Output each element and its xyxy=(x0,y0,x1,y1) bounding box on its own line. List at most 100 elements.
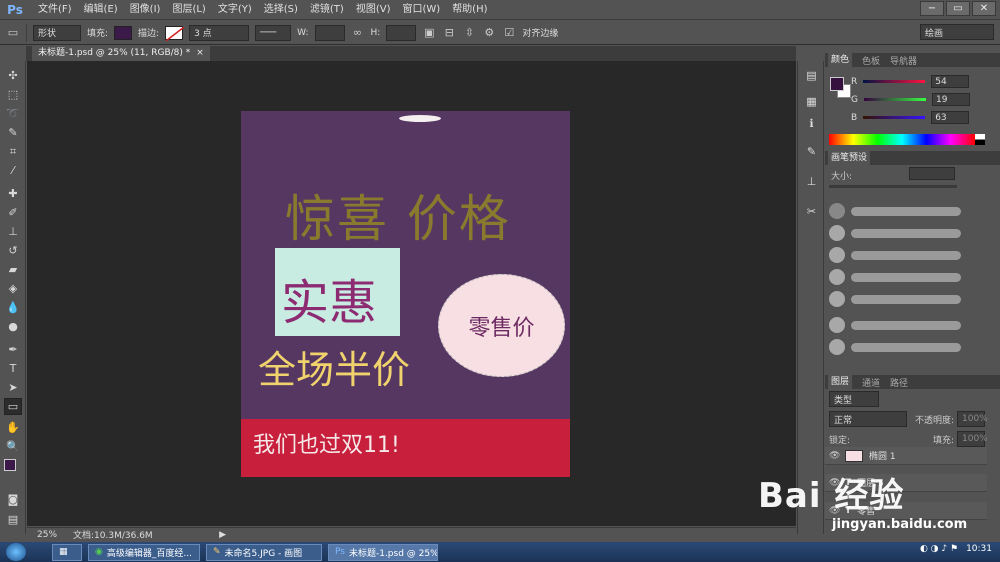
taskbar-item-paint[interactable]: ✎ 未命名5.JPG - 画图 xyxy=(206,543,322,561)
path-alignment-icon[interactable]: ⊟ xyxy=(442,26,456,40)
taskbar-item-photoshop[interactable]: Ps 未标题-1.psd @ 25%... xyxy=(328,543,438,561)
red-track[interactable] xyxy=(863,80,926,83)
brush-preset-row[interactable] xyxy=(829,269,961,285)
green-value[interactable]: 19 xyxy=(931,93,970,106)
history-panel-icon[interactable]: ▤ xyxy=(803,67,820,83)
paint-bucket-icon[interactable]: ◈ xyxy=(4,280,22,297)
layer-kind-filter[interactable]: 类型 xyxy=(829,391,879,407)
healing-brush-icon[interactable]: ✚ xyxy=(4,185,22,202)
info-panel-icon[interactable]: ℹ xyxy=(803,115,820,131)
link-icon[interactable]: ∞ xyxy=(351,26,365,40)
menu-file[interactable]: 文件(F) xyxy=(32,0,78,20)
properties-panel-icon[interactable]: ▦ xyxy=(803,93,820,109)
stroke-type-select[interactable]: ─── xyxy=(255,24,292,41)
start-button[interactable] xyxy=(6,543,26,561)
hand-tool-icon[interactable]: ✋ xyxy=(4,419,22,436)
red-value[interactable]: 54 xyxy=(931,75,970,88)
brush-preset-row[interactable] xyxy=(829,291,961,307)
tab-brush-presets[interactable]: 画笔预设 xyxy=(828,151,871,165)
path-select-icon[interactable]: ➤ xyxy=(4,379,22,396)
green-slider[interactable]: G 19 xyxy=(851,93,970,106)
brush-preset-row[interactable] xyxy=(829,203,961,219)
tab-color[interactable]: 颜色 xyxy=(828,53,853,67)
close-button[interactable]: ✕ xyxy=(972,1,996,16)
foreground-background-icon[interactable] xyxy=(4,459,22,477)
menu-layer[interactable]: 图层(L) xyxy=(166,0,211,20)
menu-filter[interactable]: 滤镜(T) xyxy=(304,0,350,20)
close-tab-icon[interactable]: × xyxy=(196,46,204,61)
workspace-select[interactable]: 绘画 xyxy=(920,24,994,40)
brush-size-slider[interactable] xyxy=(829,185,957,188)
brush-preset-row[interactable] xyxy=(829,317,961,333)
stroke-none-swatch[interactable] xyxy=(165,25,185,42)
tab-navigator[interactable]: 导航器 xyxy=(890,54,917,67)
canvas-area[interactable]: 惊喜 价格 实惠 全场半价 零售价 我们也过双11! xyxy=(27,61,796,526)
tab-channels[interactable]: 通道 xyxy=(862,376,880,389)
height-input[interactable] xyxy=(386,24,417,41)
tab-paths[interactable]: 路径 xyxy=(890,376,908,389)
retail-price-ellipse[interactable]: 零售价 xyxy=(438,274,565,377)
menu-image[interactable]: 图像(I) xyxy=(124,0,167,20)
blue-slider[interactable]: B 63 xyxy=(851,111,970,124)
tab-swatches[interactable]: 色板 xyxy=(862,54,880,67)
rectangle-tool-icon[interactable]: ▭ xyxy=(6,26,20,40)
clone-stamp-icon[interactable]: ⊥ xyxy=(4,223,22,240)
checkbox-icon[interactable]: ☑ xyxy=(502,26,516,40)
rectangle-tool-icon[interactable]: ▭ xyxy=(4,398,22,415)
brush-preset-row[interactable] xyxy=(829,247,961,263)
lasso-tool-icon[interactable]: ➰ xyxy=(4,105,22,122)
pen-tool-icon[interactable]: ✒ xyxy=(4,341,22,358)
quick-select-tool-icon[interactable]: ✎ xyxy=(4,124,22,141)
blue-track[interactable] xyxy=(863,116,926,119)
quick-mask-icon[interactable]: ◙ xyxy=(4,491,22,508)
menu-window[interactable]: 窗口(W) xyxy=(396,0,446,20)
brush-panel-icon[interactable]: ✎ xyxy=(803,143,820,159)
tab-layers[interactable]: 图层 xyxy=(828,375,853,389)
document-canvas[interactable]: 惊喜 价格 实惠 全场半价 零售价 我们也过双11! xyxy=(241,111,570,477)
menu-view[interactable]: 视图(V) xyxy=(350,0,397,20)
brush-size-input[interactable] xyxy=(909,167,955,180)
status-menu-arrow-icon[interactable]: ▶ xyxy=(219,530,226,540)
crop-tool-icon[interactable]: ⌗ xyxy=(4,143,22,160)
taskbar-item-editor[interactable]: ◉ 高级编辑器_百度经... xyxy=(88,543,200,561)
fill-input[interactable]: 100% xyxy=(957,431,988,447)
zoom-tool-icon[interactable]: 🔍 xyxy=(4,438,22,455)
document-tab[interactable]: 未标题-1.psd @ 25% (11, RGB/8) * × xyxy=(32,46,210,61)
clone-source-icon[interactable]: ⊥ xyxy=(803,173,820,189)
move-tool-icon[interactable]: ✣ xyxy=(4,67,22,84)
screen-mode-icon[interactable]: ▤ xyxy=(4,511,22,528)
fill-color-swatch[interactable] xyxy=(114,25,133,40)
zoom-level[interactable]: 25% xyxy=(37,530,57,540)
tray-icons[interactable]: ◐ ◑ ♪ ⚑ xyxy=(920,544,958,554)
menu-select[interactable]: 选择(S) xyxy=(258,0,304,20)
foreground-color-swatch[interactable] xyxy=(830,77,844,91)
black-white-ramp[interactable] xyxy=(975,134,985,145)
eyedropper-tool-icon[interactable]: ⁄ xyxy=(4,162,22,179)
shape-mode-select[interactable]: 形状 xyxy=(33,24,81,41)
brush-tool-icon[interactable]: ✐ xyxy=(4,204,22,221)
brush-preset-row[interactable] xyxy=(829,225,961,241)
clock[interactable]: 10:31 xyxy=(966,544,992,554)
stroke-size-select[interactable]: 3 点 xyxy=(189,24,250,41)
type-tool-icon[interactable]: T xyxy=(4,360,22,377)
green-track[interactable] xyxy=(863,98,926,101)
gear-icon[interactable]: ⚙ xyxy=(482,26,496,40)
width-input[interactable] xyxy=(314,24,345,41)
blend-mode-select[interactable]: 正常 xyxy=(829,411,907,427)
brush-preset-row[interactable] xyxy=(829,339,961,355)
quick-launch-icon[interactable]: ▦ xyxy=(52,543,82,561)
opacity-input[interactable]: 100% xyxy=(957,411,988,427)
marquee-tool-icon[interactable]: ⬚ xyxy=(4,86,22,103)
blue-value[interactable]: 63 xyxy=(931,111,970,124)
color-spectrum[interactable] xyxy=(829,134,975,145)
red-slider[interactable]: R 54 xyxy=(851,75,970,88)
restore-button[interactable]: ▭ xyxy=(946,1,970,16)
menu-help[interactable]: 帮助(H) xyxy=(446,0,493,20)
dodge-tool-icon[interactable]: ● xyxy=(4,318,22,335)
menu-type[interactable]: 文字(Y) xyxy=(212,0,258,20)
path-operations-icon[interactable]: ▣ xyxy=(422,26,436,40)
eraser-tool-icon[interactable]: ▰ xyxy=(4,261,22,278)
history-brush-icon[interactable]: ↺ xyxy=(4,242,22,259)
eye-icon[interactable]: 👁 xyxy=(829,451,840,461)
layer-row[interactable]: 👁 椭圆 1 xyxy=(825,447,987,465)
